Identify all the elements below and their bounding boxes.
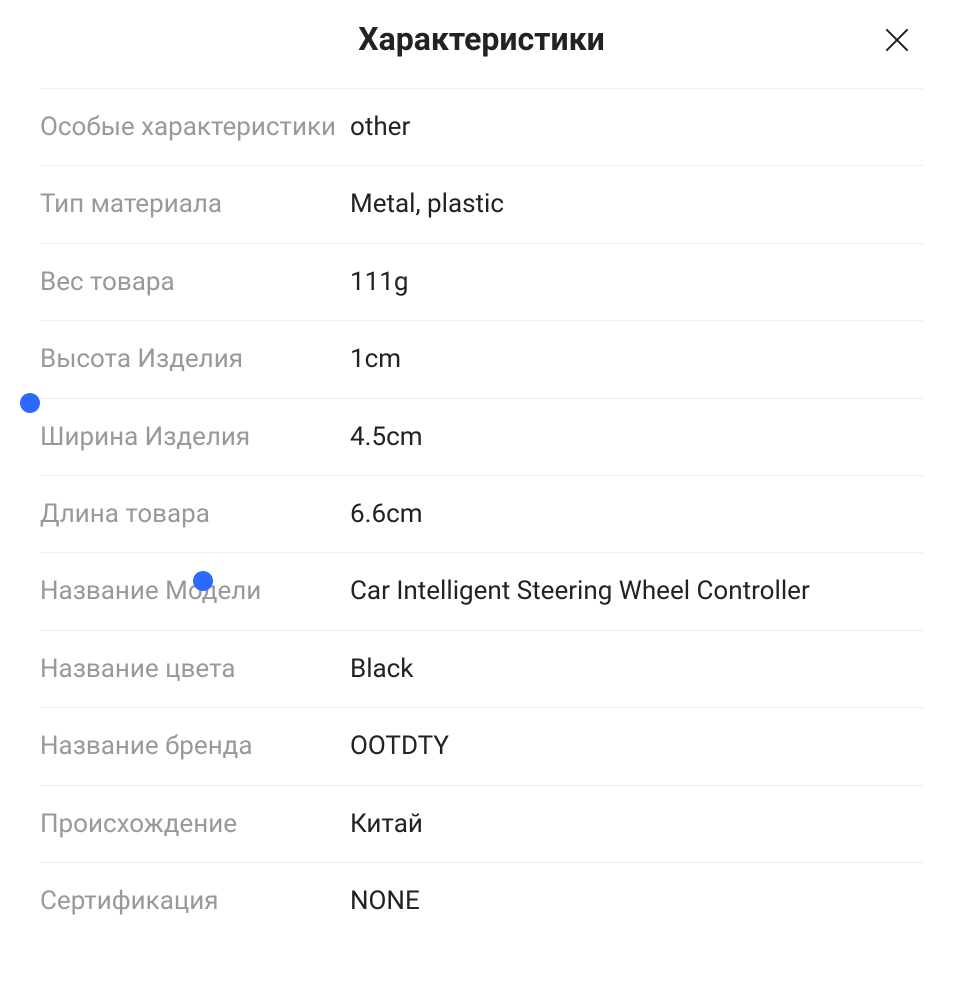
spec-label: Сертификация xyxy=(40,883,350,919)
spec-value: 111g xyxy=(350,264,923,300)
spec-label: Ширина Изделия xyxy=(40,419,350,455)
spec-label: Название бренда xyxy=(40,728,350,764)
spec-value: 6.6cm xyxy=(350,496,923,532)
spec-row: Сертификация NONE xyxy=(40,862,923,939)
spec-list: Особые характеристики other Тип материал… xyxy=(0,88,963,939)
marker-dot xyxy=(193,571,213,591)
close-button[interactable] xyxy=(881,24,913,56)
modal-header: Характеристики xyxy=(0,0,963,88)
spec-row: Название Модели Car Intelligent Steering… xyxy=(40,552,923,629)
marker-dot xyxy=(20,393,40,413)
spec-label: Вес товара xyxy=(40,264,350,300)
spec-value: Metal, plastic xyxy=(350,186,923,222)
spec-value: Car Intelligent Steering Wheel Controlle… xyxy=(350,573,923,609)
spec-row: Название бренда OOTDTY xyxy=(40,707,923,784)
spec-row: Ширина Изделия 4.5cm xyxy=(40,398,923,475)
spec-value: NONE xyxy=(350,883,923,919)
spec-label: Название цвета xyxy=(40,651,350,687)
spec-label: Особые характеристики xyxy=(40,109,350,145)
spec-row: Название цвета Black xyxy=(40,630,923,707)
spec-value: 4.5cm xyxy=(350,419,923,455)
spec-value: other xyxy=(350,109,923,145)
spec-value: 1cm xyxy=(350,341,923,377)
spec-row: Вес товара 111g xyxy=(40,243,923,320)
modal-title: Характеристики xyxy=(358,20,604,58)
spec-value: Black xyxy=(350,651,923,687)
spec-row: Высота Изделия 1cm xyxy=(40,320,923,397)
close-icon xyxy=(881,24,913,56)
spec-label: Длина товара xyxy=(40,496,350,532)
spec-label: Происхождение xyxy=(40,806,350,842)
spec-row: Особые характеристики other xyxy=(40,88,923,165)
spec-row: Длина товара 6.6cm xyxy=(40,475,923,552)
specifications-modal: Характеристики Особые характеристики oth… xyxy=(0,0,963,939)
spec-row: Тип материала Metal, plastic xyxy=(40,165,923,242)
spec-row: Происхождение Китай xyxy=(40,785,923,862)
spec-label: Высота Изделия xyxy=(40,341,350,377)
spec-label: Тип материала xyxy=(40,186,350,222)
spec-value: Китай xyxy=(350,806,923,842)
spec-value: OOTDTY xyxy=(350,728,923,764)
